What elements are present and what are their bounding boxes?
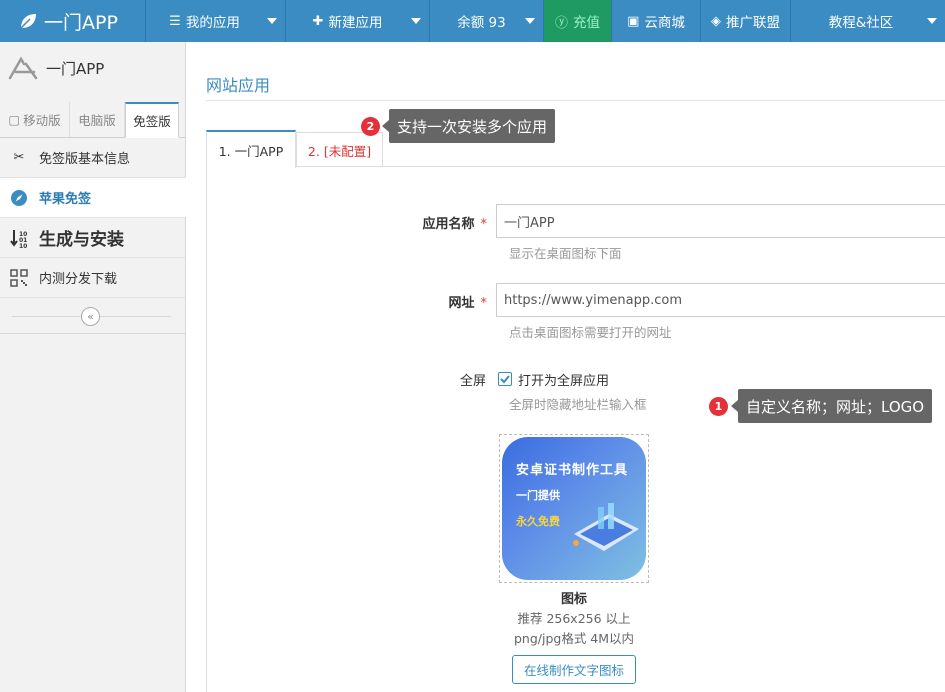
nav-promo[interactable]: ◈ 推广联盟 <box>701 0 791 42</box>
leaf-icon <box>20 14 36 29</box>
sidebar-item-apple-nosign[interactable]: 苹果免签 <box>0 177 195 218</box>
yuan-icon: ⓨ <box>554 15 568 31</box>
collapse-sidebar-button[interactable]: « <box>81 307 100 326</box>
app-name-hint: 显示在桌面图标下面 <box>509 246 622 261</box>
caret-down-icon <box>267 18 277 24</box>
caret-down-icon <box>411 18 421 24</box>
sidebar-item-beta-download[interactable]: 内测分发下载 <box>0 258 185 298</box>
callout-text: 自定义名称；网址；LOGO <box>746 397 925 416</box>
fullscreen-hint: 全屏时隐藏地址栏输入框 <box>509 397 647 412</box>
sidebar-item-label: 生成与安装 <box>39 230 124 250</box>
qrcode-icon <box>9 268 29 287</box>
callout-badge-2: 2 <box>361 117 380 136</box>
make-text-icon-button[interactable]: 在线制作文字图标 <box>512 655 636 684</box>
main-content: 网站应用 1. 一门APP 2. [未配置] 应用名称 * 一门APP 显示在桌面… <box>187 42 945 692</box>
app-tabs: 1. 一门APP 2. [未配置] <box>206 130 945 168</box>
diamond-icon: ◈ <box>711 13 721 29</box>
svg-text:10: 10 <box>19 243 27 248</box>
fullscreen-label: 全屏 <box>459 374 486 389</box>
url-input[interactable]: https://www.yimenapp.com <box>496 283 945 317</box>
sort-icon: 10 01 10 <box>9 228 29 248</box>
caret-down-icon <box>525 18 535 24</box>
icon-label: 图标 <box>560 592 587 607</box>
callout-text: 支持一次安装多个应用 <box>397 117 548 136</box>
title-divider <box>206 100 945 101</box>
nav-new-app[interactable]: ✚ 新建应用 <box>286 0 430 42</box>
tab-nosign[interactable]: 免签版 <box>125 102 179 138</box>
brand-logo[interactable]: 一门APP <box>0 0 146 42</box>
sidebar-item-basic-info[interactable]: ✂ 免签版基本信息 <box>0 138 185 178</box>
fullscreen-checkbox[interactable] <box>498 372 512 386</box>
icon-upload[interactable]: 安卓证书制作工具 一门提供 永久免费 <box>499 434 649 583</box>
sidebar-item-label: 内测分发下载 <box>39 272 118 287</box>
nav-tutorial[interactable]: 教程&社区 <box>791 0 945 42</box>
sidebar-tabs: ▢ 移动版 电脑版 免签版 <box>0 102 185 138</box>
tab-app-2-label: 2. [未配置] <box>307 143 372 159</box>
url-label-text: 网址 <box>448 296 475 311</box>
top-nav: 一门APP ☰ 我的应用 ✚ 新建应用 余额 93 ⓨ 充值 ▣ 云商城 ◈ 推… <box>0 0 945 42</box>
icon-text-free: 永久免费 <box>516 515 560 528</box>
page-title: 网站应用 <box>206 76 271 95</box>
tab-app-1-label: 1. 一门APP <box>218 143 284 159</box>
sidebar-item-build-install[interactable]: 10 01 10 生成与安装 <box>0 218 185 258</box>
nav-balance[interactable]: 余额 93 <box>430 0 544 42</box>
caret-down-icon <box>927 18 937 24</box>
url-label: 网址 * <box>387 292 487 311</box>
app-name-label: 应用名称 * <box>387 213 487 232</box>
nav-recharge-label: 充值 <box>573 15 600 31</box>
required-mark: * <box>480 217 488 232</box>
icon-size-hint: 推荐 256x256 以上 <box>517 611 631 626</box>
sidebar-item-label: 免签版基本信息 <box>39 152 131 167</box>
url-hint: 点击桌面图标需要打开的网址 <box>509 325 672 340</box>
tab-mobile[interactable]: ▢ 移动版 <box>0 102 70 137</box>
app-name-value: 一门APP <box>504 215 555 231</box>
callout-badge-1: 1 <box>709 397 728 416</box>
nav-promo-label: 推广联盟 <box>726 15 780 31</box>
tab-desktop-label: 电脑版 <box>78 113 116 128</box>
sidebar-app-name: 一门APP <box>46 59 105 78</box>
double-chevron-left-icon: « <box>87 310 94 323</box>
tab-app-2[interactable]: 2. [未配置] <box>296 132 383 167</box>
nav-cloud-store-label: 云商城 <box>644 15 685 31</box>
sidebar-header: 一门APP <box>0 42 185 94</box>
nav-my-apps-label: 我的应用 <box>185 15 240 31</box>
tab-app-1[interactable]: 1. 一门APP <box>206 130 296 168</box>
fullscreen-checkbox-label[interactable]: 打开为全屏应用 <box>518 370 609 389</box>
nav-recharge[interactable]: ⓨ 充值 <box>544 0 612 42</box>
menu-icon: ☰ <box>169 13 181 29</box>
store-icon: ▣ <box>627 13 640 29</box>
app-name-input[interactable]: 一门APP <box>496 204 945 238</box>
url-value: https://www.yimenapp.com <box>504 292 683 308</box>
sidebar-menu: ✂ 免签版基本信息 苹果免签 10 01 10 生成与安装 内测分发下载 <box>0 138 195 298</box>
sidebar-item-label: 苹果免签 <box>39 192 92 207</box>
plus-icon: ✚ <box>312 13 324 29</box>
callout-multi-install: 支持一次安装多个应用 <box>381 109 556 143</box>
sidebar: 一门APP ▢ 移动版 电脑版 免签版 ✂ 免签版基本信息 苹果免签 10 01 1… <box>0 42 195 692</box>
nav-my-apps[interactable]: ☰ 我的应用 <box>146 0 286 42</box>
tab-desktop[interactable]: 电脑版 <box>70 102 125 137</box>
brand-title: 一门APP <box>44 11 118 34</box>
nav-balance-label: 余额 93 <box>457 15 506 31</box>
nav-tutorial-label: 教程&社区 <box>828 15 894 31</box>
scissors-icon: ✂ <box>13 150 25 165</box>
tab-nosign-label: 免签版 <box>133 114 171 129</box>
app-name-label-text: 应用名称 <box>422 217 475 232</box>
tab-mobile-label: 移动版 <box>23 113 61 128</box>
nav-cloud-store[interactable]: ▣ 云商城 <box>612 0 701 42</box>
app-icon-image: 安卓证书制作工具 一门提供 永久免费 <box>502 437 646 580</box>
required-mark: * <box>480 296 488 311</box>
sidebar-collapse-row: « <box>0 298 185 334</box>
icon-format-hint: png/jpg格式 4M以内 <box>513 631 635 646</box>
compass-icon <box>9 189 29 207</box>
icon-text-provider: 一门提供 <box>516 489 560 502</box>
callout-custom-info: 自定义名称；网址；LOGO <box>730 389 933 423</box>
icon-text-title: 安卓证书制作工具 <box>516 463 629 478</box>
tablet-illustration-icon <box>573 503 639 551</box>
mobile-icon: ▢ <box>8 112 21 127</box>
nav-new-app-label: 新建应用 <box>328 15 383 31</box>
app-store-icon <box>8 56 38 80</box>
check-icon <box>500 375 510 384</box>
